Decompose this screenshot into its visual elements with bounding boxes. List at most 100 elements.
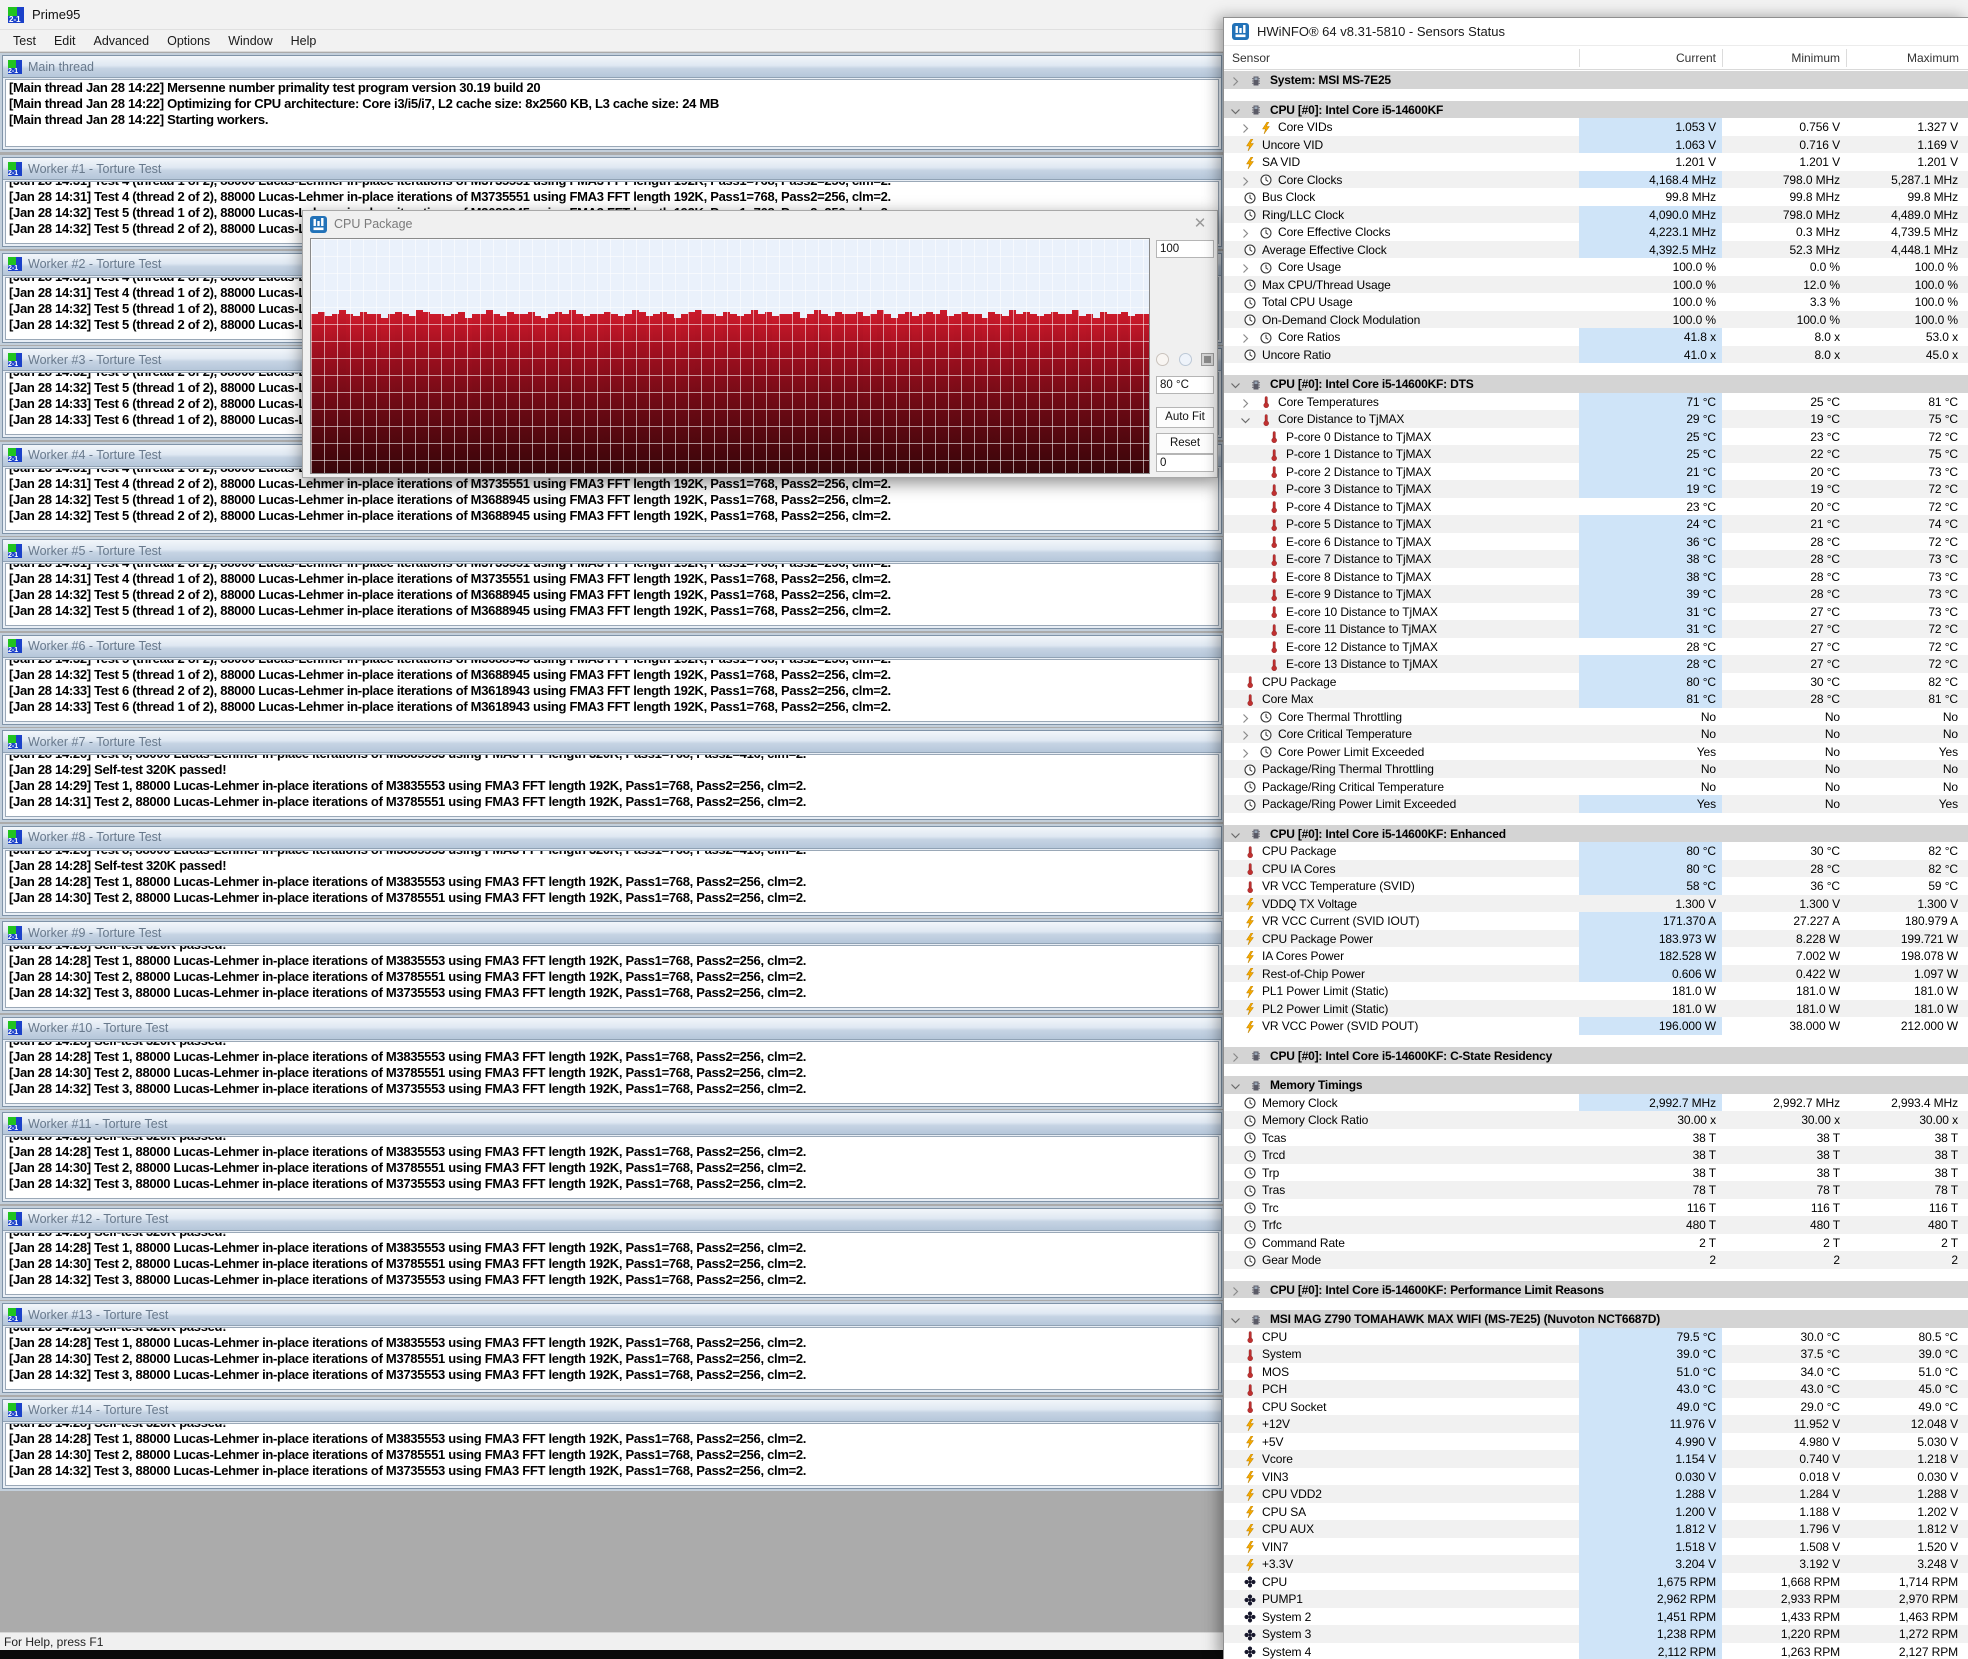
sensor-row[interactable]: P-core 2 Distance to TjMAX21 °C20 °C73 °… [1224, 463, 1968, 481]
sensor-row[interactable]: On-Demand Clock Modulation100.0 %100.0 %… [1224, 311, 1968, 329]
sensor-row[interactable]: Core Power Limit ExceededYesNoYes [1224, 743, 1968, 761]
child-window-titlebar[interactable]: Worker #6 - Torture Test [3, 636, 1221, 658]
section-header[interactable]: System: MSI MS-7E25 [1224, 71, 1968, 89]
sensor-row[interactable]: Package/Ring Critical TemperatureNoNoNo [1224, 778, 1968, 796]
sensor-row[interactable]: IA Cores Power182.528 W7.002 W198.078 W [1224, 947, 1968, 965]
child-window-titlebar[interactable]: Worker #1 - Torture Test [3, 158, 1221, 180]
child-window-titlebar[interactable]: Worker #5 - Torture Test [3, 540, 1221, 562]
sensor-row[interactable]: PL2 Power Limit (Static)181.0 W181.0 W18… [1224, 1000, 1968, 1018]
sensor-row[interactable]: P-core 1 Distance to TjMAX25 °C22 °C75 °… [1224, 445, 1968, 463]
sensor-row[interactable]: P-core 0 Distance to TjMAX25 °C23 °C72 °… [1224, 428, 1968, 446]
hwinfo-titlebar[interactable]: HWiNFO® 64 v8.31-5810 - Sensors Status [1224, 18, 1968, 46]
chevron-right-icon[interactable] [1230, 1050, 1241, 1061]
section-header[interactable]: CPU [#0]: Intel Core i5-14600KF: Enhance… [1224, 825, 1968, 843]
sensor-row[interactable]: P-core 4 Distance to TjMAX23 °C20 °C72 °… [1224, 498, 1968, 516]
sensor-row[interactable]: CPU Package80 °C30 °C82 °C [1224, 673, 1968, 691]
child-window-titlebar[interactable]: Worker #9 - Torture Test [3, 922, 1221, 944]
menu-item-advanced[interactable]: Advanced [84, 32, 158, 50]
sensor-row[interactable]: Core Effective Clocks4,223.1 MHz0.3 MHz4… [1224, 223, 1968, 241]
sensor-row[interactable]: Core Max81 °C28 °C81 °C [1224, 690, 1968, 708]
section-header[interactable]: CPU [#0]: Intel Core i5-14600KF [1224, 101, 1968, 119]
chevron-right-icon[interactable] [1240, 261, 1251, 272]
chevron-right-icon[interactable] [1230, 74, 1241, 85]
sensor-row[interactable]: Bus Clock99.8 MHz99.8 MHz99.8 MHz [1224, 188, 1968, 206]
sensor-row[interactable]: E-core 10 Distance to TjMAX31 °C27 °C73 … [1224, 603, 1968, 621]
child-window-titlebar[interactable]: Worker #8 - Torture Test [3, 827, 1221, 849]
worker-log[interactable]: [Jan 28 14:28] Self-test 320K passed![Ja… [5, 1136, 1219, 1199]
sensor-row[interactable]: E-core 11 Distance to TjMAX31 °C27 °C72 … [1224, 620, 1968, 638]
sensor-row[interactable]: PL1 Power Limit (Static)181.0 W181.0 W18… [1224, 982, 1968, 1000]
menu-item-test[interactable]: Test [4, 32, 45, 50]
sensor-row[interactable]: +12V11.976 V11.952 V12.048 V [1224, 1415, 1968, 1433]
chevron-right-icon[interactable] [1240, 746, 1251, 757]
sensor-row[interactable]: VR VCC Temperature (SVID)58 °C36 °C59 °C [1224, 877, 1968, 895]
sensor-row[interactable]: E-core 13 Distance to TjMAX28 °C27 °C72 … [1224, 655, 1968, 673]
chevron-down-icon[interactable] [1230, 104, 1241, 115]
worker-log[interactable]: [Jan 28 14:28] Self-test 320K passed![Ja… [5, 1423, 1219, 1486]
sensor-row[interactable]: E-core 7 Distance to TjMAX38 °C28 °C73 °… [1224, 550, 1968, 568]
sensor-row[interactable]: CPU Package80 °C30 °C82 °C [1224, 842, 1968, 860]
sensor-row[interactable]: Core Critical TemperatureNoNoNo [1224, 725, 1968, 743]
worker-log[interactable]: [Jan 28 14:32] Test 5 (thread 2 of 2), 8… [5, 659, 1219, 722]
sensor-row[interactable]: System 31,238 RPM1,220 RPM1,272 RPM [1224, 1625, 1968, 1643]
sensor-row[interactable]: Core VIDs1.053 V0.756 V1.327 V [1224, 118, 1968, 136]
sensor-row[interactable]: Trfc480 T480 T480 T [1224, 1216, 1968, 1234]
worker-log[interactable]: [Jan 28 14:28] Self-test 320K passed![Ja… [5, 1327, 1219, 1390]
sensor-row[interactable]: VR VCC Power (SVID POUT)196.000 W38.000 … [1224, 1017, 1968, 1035]
child-window-titlebar[interactable]: Worker #12 - Torture Test [3, 1209, 1221, 1231]
sensor-row[interactable]: PCH43.0 °C43.0 °C45.0 °C [1224, 1380, 1968, 1398]
chevron-down-icon[interactable] [1240, 413, 1251, 424]
worker-log[interactable]: [Jan 28 14:28] Self-test 320K passed![Ja… [5, 1041, 1219, 1104]
sensor-row[interactable]: CPU Socket49.0 °C29.0 °C49.0 °C [1224, 1398, 1968, 1416]
sensor-row[interactable]: E-core 9 Distance to TjMAX39 °C28 °C73 °… [1224, 585, 1968, 603]
current-value-field[interactable]: 80 °C [1156, 376, 1214, 394]
menu-item-options[interactable]: Options [158, 32, 219, 50]
section-header[interactable]: Memory Timings [1224, 1076, 1968, 1094]
section-header[interactable]: MSI MAG Z790 TOMAHAWK MAX WIFI (MS-7E25)… [1224, 1310, 1968, 1328]
sensor-row[interactable]: Command Rate2 T2 T2 T [1224, 1234, 1968, 1252]
sensor-row[interactable]: CPU79.5 °C30.0 °C80.5 °C [1224, 1328, 1968, 1346]
sensor-row[interactable]: CPU Package Power183.973 W8.228 W199.721… [1224, 930, 1968, 948]
sensor-row[interactable]: CPU VDD21.288 V1.284 V1.288 V [1224, 1485, 1968, 1503]
sensor-row[interactable]: Gear Mode222 [1224, 1251, 1968, 1269]
sensor-row[interactable]: Trcd38 T38 T38 T [1224, 1146, 1968, 1164]
sensor-row[interactable]: Package/Ring Power Limit ExceededYesNoYe… [1224, 795, 1968, 813]
worker-log[interactable]: [Jan 28 14:28] Self-test 320K passed![Ja… [5, 945, 1219, 1008]
sensor-row[interactable]: Trc116 T116 T116 T [1224, 1199, 1968, 1217]
sensor-row[interactable]: Core Ratios41.8 x8.0 x53.0 x [1224, 328, 1968, 346]
child-window-titlebar[interactable]: Worker #13 - Torture Test [3, 1304, 1221, 1326]
sensor-row[interactable]: CPU1,675 RPM1,668 RPM1,714 RPM [1224, 1573, 1968, 1591]
sensor-row[interactable]: System 21,451 RPM1,433 RPM1,463 RPM [1224, 1608, 1968, 1626]
chevron-right-icon[interactable] [1240, 396, 1251, 407]
menu-item-help[interactable]: Help [282, 32, 326, 50]
sensor-row[interactable]: Tcas38 T38 T38 T [1224, 1129, 1968, 1147]
sensor-row[interactable]: Vcore1.154 V0.740 V1.218 V [1224, 1450, 1968, 1468]
column-minimum[interactable]: Minimum [1722, 51, 1846, 65]
worker-log[interactable]: [Jan 28 14:28] Self-test 320K passed![Ja… [5, 1232, 1219, 1295]
sensor-row[interactable]: P-core 5 Distance to TjMAX24 °C21 °C74 °… [1224, 515, 1968, 533]
chevron-right-icon[interactable] [1240, 174, 1251, 185]
sensor-row[interactable]: VIN30.030 V0.018 V0.030 V [1224, 1468, 1968, 1486]
chevron-down-icon[interactable] [1230, 1079, 1241, 1090]
sensor-row[interactable]: Core Clocks4,168.4 MHz798.0 MHz5,287.1 M… [1224, 171, 1968, 189]
sensor-row[interactable]: Max CPU/Thread Usage100.0 %12.0 %100.0 % [1224, 276, 1968, 294]
worker-log[interactable]: [Jan 28 14:26] Test 8, 88000 Lucas-Lehme… [5, 754, 1219, 817]
child-window-titlebar[interactable]: Worker #10 - Torture Test [3, 1018, 1221, 1040]
menu-item-edit[interactable]: Edit [45, 32, 85, 50]
sensor-row[interactable]: Core Usage100.0 %0.0 %100.0 % [1224, 258, 1968, 276]
sensor-row[interactable]: E-core 12 Distance to TjMAX28 °C27 °C72 … [1224, 638, 1968, 656]
chevron-right-icon[interactable] [1240, 331, 1251, 342]
sensor-row[interactable]: Uncore VID1.063 V0.716 V1.169 V [1224, 136, 1968, 154]
child-window-titlebar[interactable]: Worker #7 - Torture Test [3, 731, 1221, 753]
section-header[interactable]: CPU [#0]: Intel Core i5-14600KF: C-State… [1224, 1047, 1968, 1065]
auto-fit-button[interactable]: Auto Fit [1156, 407, 1214, 428]
sensor-row[interactable]: Ring/LLC Clock4,090.0 MHz798.0 MHz4,489.… [1224, 206, 1968, 224]
sensor-row[interactable]: Core Thermal ThrottlingNoNoNo [1224, 708, 1968, 726]
chevron-right-icon[interactable] [1240, 121, 1251, 132]
grid-color-swatch[interactable] [1179, 353, 1192, 366]
worker-log[interactable]: [Jan 28 14:31] Test 4 (thread 2 of 2), 8… [5, 563, 1219, 626]
chevron-down-icon[interactable] [1230, 378, 1241, 389]
chevron-right-icon[interactable] [1240, 728, 1251, 739]
section-header[interactable]: CPU [#0]: Intel Core i5-14600KF: DTS [1224, 375, 1968, 393]
background-color-swatch[interactable] [1156, 353, 1169, 366]
